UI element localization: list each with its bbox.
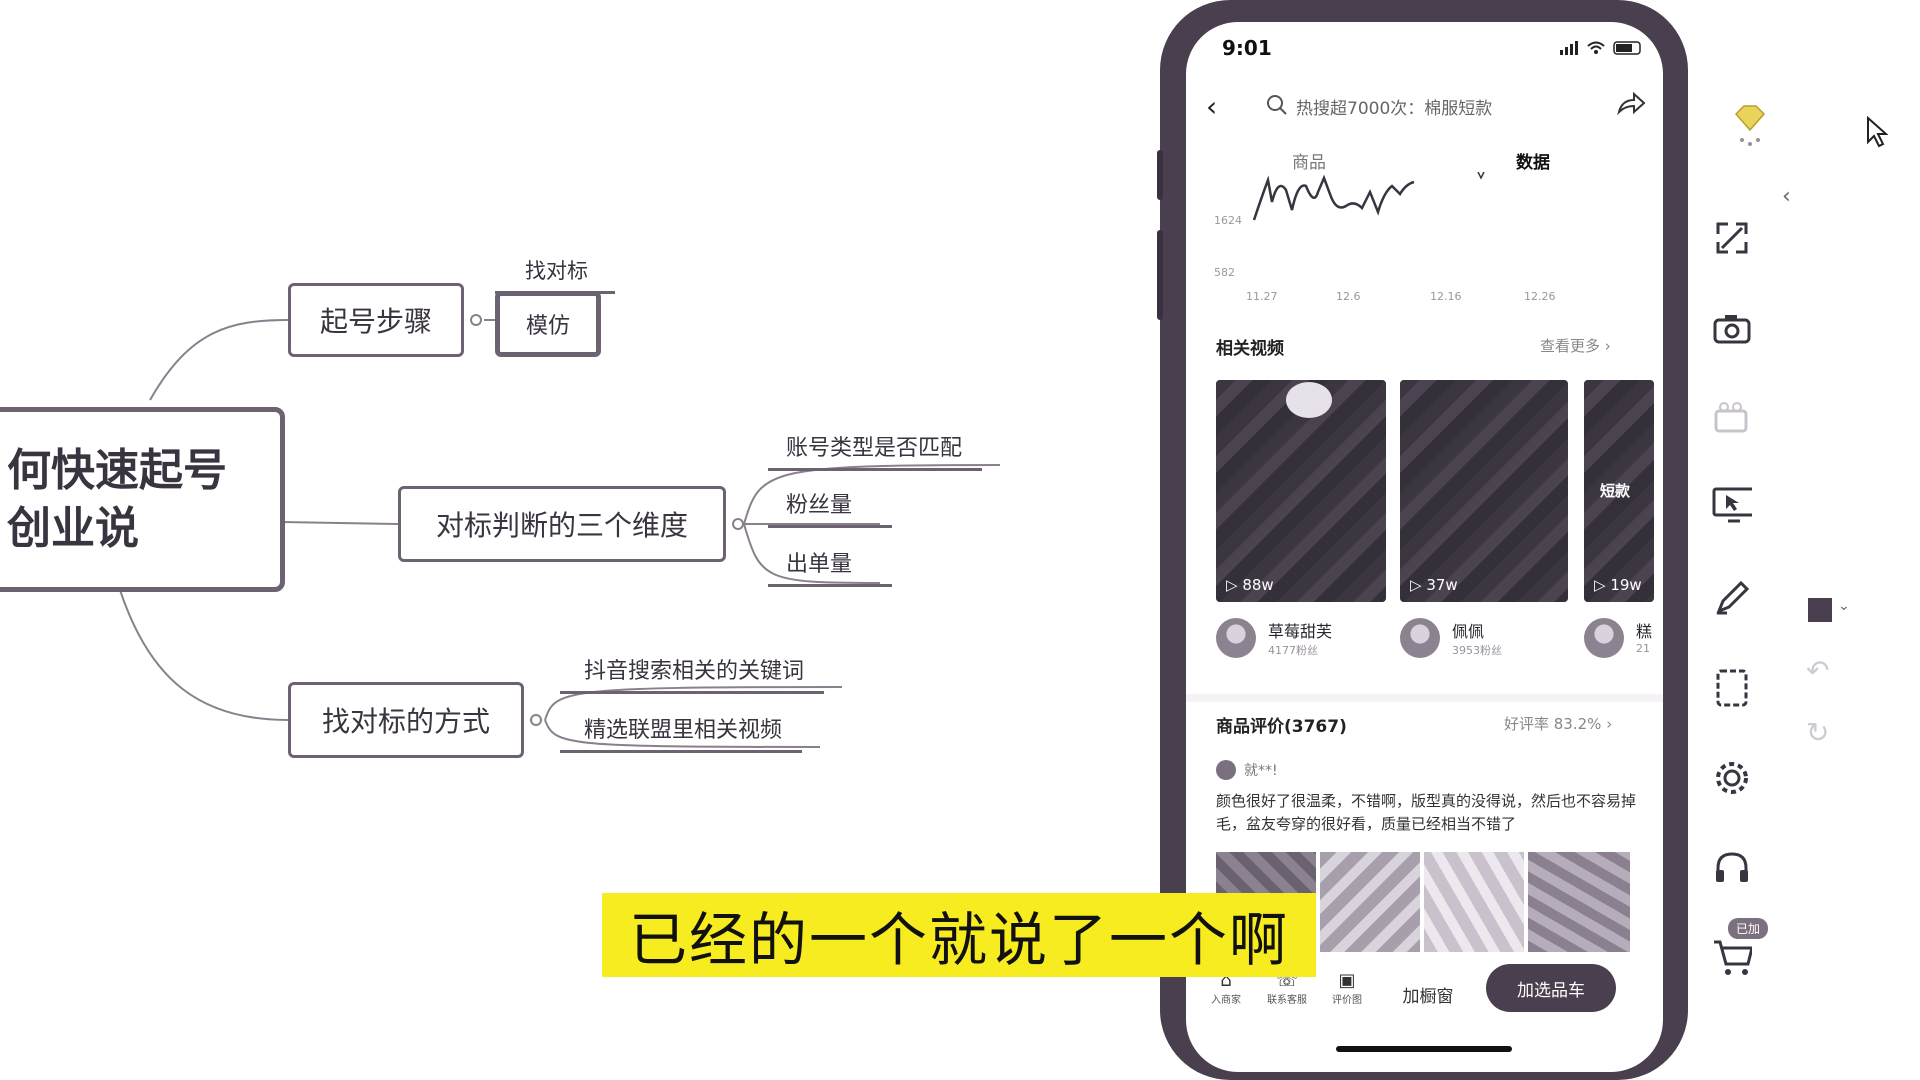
child-label: 模仿 — [525, 314, 570, 339]
collapse-toggle[interactable] — [470, 314, 482, 326]
cursor-arrow-icon — [1867, 116, 1888, 148]
bottom-bar-label: 联系客服 — [1267, 995, 1307, 1006]
video-views: ▷ 37w — [1410, 576, 1458, 594]
leaf-selection-alliance[interactable]: 精选联盟里相关视频 — [560, 712, 803, 753]
creator-name[interactable]: 佩佩 — [1452, 618, 1484, 642]
video-thumbnail — [1400, 380, 1568, 602]
add-selection-cart-button[interactable]: 加选品车 — [1486, 964, 1616, 1012]
creator-avatar[interactable] — [1400, 618, 1440, 658]
reviews-rate-link[interactable]: 好评率 83.2% › — [1504, 713, 1612, 734]
video-views: ▷ 88w — [1226, 576, 1274, 594]
thumbnail-cap — [1286, 382, 1332, 418]
collapse-toggle[interactable] — [732, 518, 744, 530]
video-card[interactable]: 短款 ▷ 19w — [1584, 380, 1654, 602]
video-badge: 短款 — [1600, 482, 1631, 500]
reviewer-name: 就**! — [1244, 763, 1278, 779]
video-card[interactable]: ▷ 37w — [1400, 380, 1568, 602]
creator-name[interactable]: 草莓甜芙 — [1268, 618, 1332, 642]
bottom-bar-label: 评价图 — [1332, 995, 1362, 1006]
creator-fans: 4177粉丝 — [1268, 644, 1318, 657]
y-tick-label: 582 — [1214, 266, 1235, 279]
leaf-account-type[interactable]: 账号类型是否匹配 — [768, 430, 983, 471]
video-views: ▷ 19w — [1594, 576, 1642, 594]
status-icons — [1560, 41, 1641, 55]
branch-label: 找对标的方式 — [321, 705, 490, 738]
home-indicator — [1336, 1046, 1512, 1052]
creator-fans: 3953粉丝 — [1452, 644, 1502, 657]
reviewer-avatar — [1216, 760, 1236, 780]
x-tick-label: 12.16 — [1430, 290, 1462, 303]
bottom-bar-icon[interactable]: ▣ 评价图 — [1324, 970, 1370, 1006]
collapse-toggle[interactable] — [530, 714, 542, 726]
trend-marker — [1477, 172, 1485, 180]
cart-badge: 已加 — [1728, 918, 1769, 939]
tab-product[interactable]: 商品 — [1292, 148, 1326, 173]
creator-name[interactable]: 糕 — [1636, 618, 1652, 642]
color-picker[interactable] — [1808, 598, 1832, 622]
undo-icon[interactable]: ↶ — [1806, 654, 1829, 687]
trend-series-line — [1252, 174, 1415, 221]
reviews-title: 商品评价(3767) — [1216, 717, 1347, 737]
pen-icon[interactable] — [1712, 578, 1752, 618]
review-image[interactable] — [1320, 852, 1420, 952]
leaf-orders[interactable]: 出单量 — [768, 546, 893, 587]
section-divider — [1186, 694, 1663, 702]
root-title-line1: 何快速起号 — [7, 444, 227, 496]
creator-fans: 21 — [1636, 642, 1650, 655]
related-videos-title: 相关视频 — [1216, 339, 1284, 359]
x-tick-label: 12.6 — [1336, 290, 1361, 303]
headset-icon[interactable] — [1712, 848, 1752, 888]
child-heading: 找对标 — [525, 259, 588, 283]
screen-share-icon[interactable] — [1712, 486, 1752, 526]
creator-avatar[interactable] — [1216, 618, 1256, 658]
share-icon[interactable] — [1616, 90, 1646, 116]
fullscreen-icon[interactable] — [1712, 218, 1752, 258]
y-tick-label: 1624 — [1214, 214, 1242, 227]
phone-side-button — [1157, 150, 1163, 200]
trend-chart: 1624 582 11.27 12.6 12.16 12.26 — [1214, 172, 1556, 303]
bottom-bar-label: 入商家 — [1211, 995, 1241, 1006]
phone-side-button — [1157, 230, 1163, 320]
shopping-cart-icon[interactable] — [1712, 938, 1752, 978]
review-image[interactable] — [1528, 852, 1630, 952]
branch-node-find-methods[interactable]: 找对标的方式 — [288, 682, 524, 758]
record-video-icon[interactable] — [1712, 398, 1752, 438]
document-icon[interactable] — [1712, 668, 1752, 708]
root-node[interactable]: 何快速起号 创业说 — [0, 407, 285, 592]
review-text: 颜色很好了很温柔，不错啊，版型真的没得说，然后也不容易掉毛，盆友夸穿的很好看，质… — [1216, 792, 1637, 833]
search-icon — [1267, 95, 1287, 115]
search-input[interactable]: 热搜超7000次：棉服短款 — [1296, 94, 1492, 119]
back-icon[interactable]: ‹ — [1206, 90, 1217, 123]
gear-icon[interactable] — [1712, 758, 1752, 798]
video-subtitle: 已经的一个就说了一个啊 — [602, 893, 1316, 977]
collapse-panel-icon[interactable]: ‹ — [1782, 184, 1791, 209]
x-tick-label: 11.27 — [1246, 290, 1278, 303]
camera-icon[interactable] — [1712, 308, 1752, 348]
branch-label: 对标判断的三个维度 — [435, 509, 688, 542]
leaf-douyin-search[interactable]: 抖音搜索相关的关键词 — [560, 653, 825, 694]
root-title-line2: 创业说 — [7, 502, 139, 554]
branch-node-qihao-steps[interactable]: 起号步骤 — [288, 283, 464, 357]
chevron-down-icon[interactable]: ⌄ — [1838, 598, 1850, 614]
review-image[interactable] — [1424, 852, 1524, 952]
status-time: 9:01 — [1222, 36, 1272, 60]
image-icon: ▣ — [1338, 970, 1356, 991]
tab-data[interactable]: 数据 — [1516, 148, 1550, 173]
x-tick-label: 12.26 — [1524, 290, 1556, 303]
leaf-fans[interactable]: 粉丝量 — [768, 487, 893, 528]
add-window-button[interactable]: 加橱窗 — [1382, 982, 1474, 1007]
branch-label: 起号步骤 — [319, 305, 432, 338]
see-more-link[interactable]: 查看更多 › — [1540, 335, 1611, 356]
branch-node-three-dimensions[interactable]: 对标判断的三个维度 — [398, 486, 726, 562]
video-card[interactable]: ▷ 88w — [1216, 380, 1386, 602]
redo-icon[interactable]: ↻ — [1806, 716, 1829, 749]
gem-logo-icon — [1734, 105, 1766, 146]
creator-avatar[interactable] — [1584, 618, 1624, 658]
child-node-imitate[interactable]: 模仿 — [495, 291, 601, 357]
